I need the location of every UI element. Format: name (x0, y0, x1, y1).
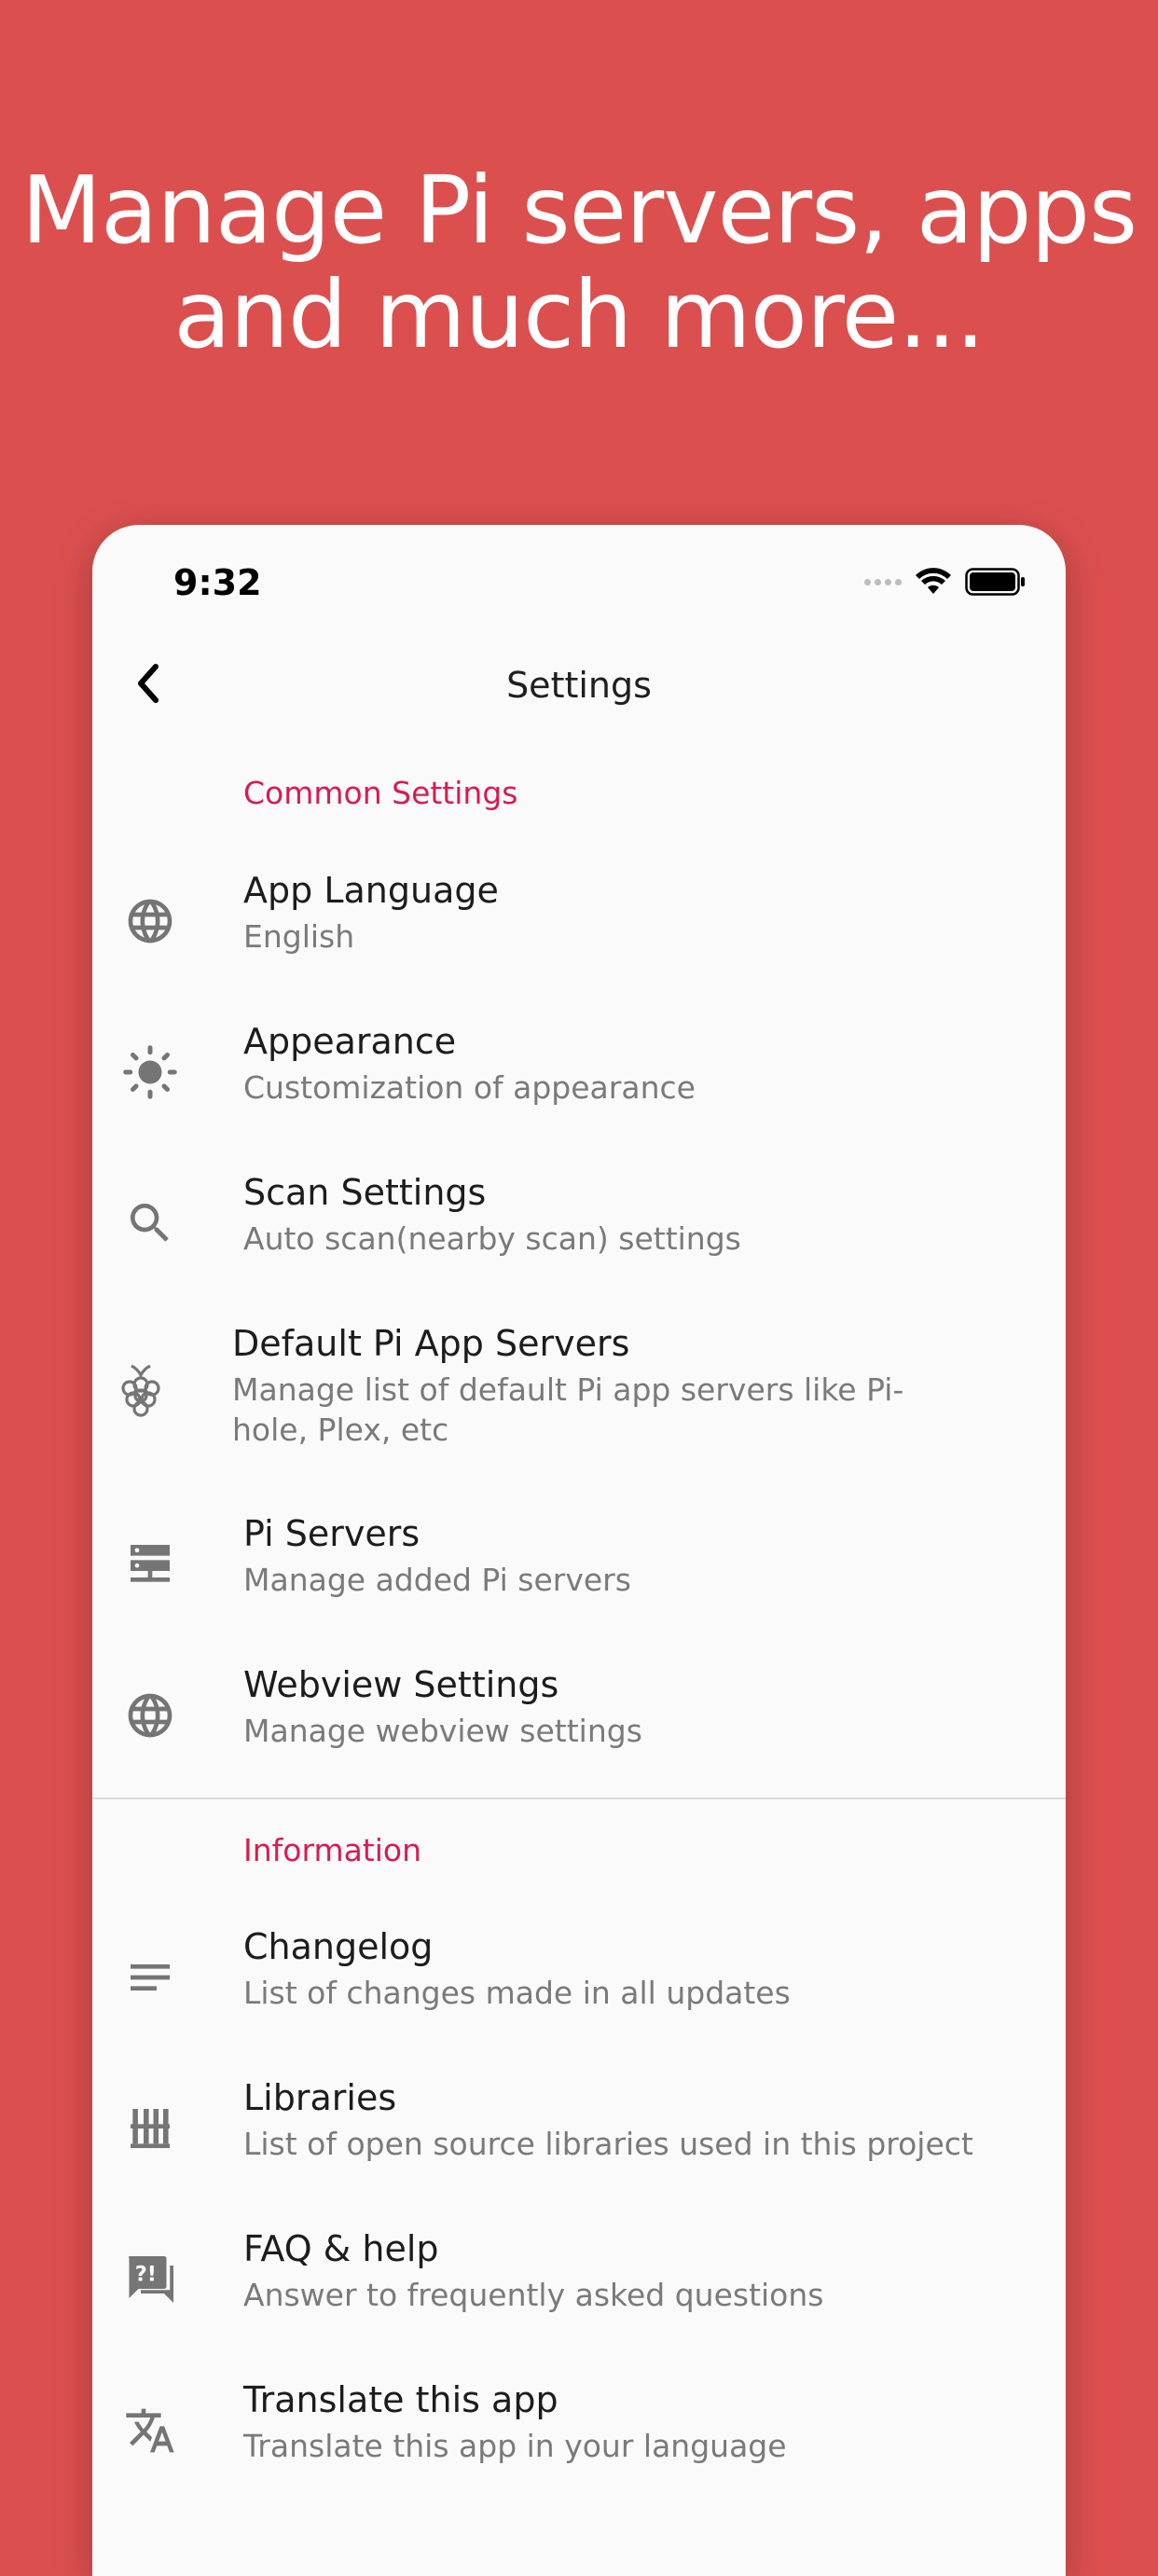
globe-icon (120, 1686, 180, 1745)
item-subtitle: Translate this app in your language (243, 2428, 787, 2464)
phone-screen: 9:32 Settings Common Settings App Langua… (92, 525, 1066, 2576)
settings-item-app-language[interactable]: App Language English (92, 870, 1066, 1010)
item-subtitle: List of changes made in all updates (243, 1975, 791, 2011)
item-title: Appearance (243, 1021, 457, 1062)
settings-item-changelog[interactable]: Changelog List of changes made in all up… (92, 1926, 1066, 2066)
app-bar: Settings (92, 627, 1066, 739)
section-header-information: Information (243, 1832, 422, 1868)
headline: Manage Pi servers, apps and much more... (0, 158, 1158, 367)
item-title: Webview Settings (243, 1664, 559, 1705)
settings-item-pi-servers[interactable]: Pi Servers Manage added Pi servers (92, 1513, 1066, 1653)
item-title: FAQ & help (243, 2228, 439, 2269)
settings-item-scan-settings[interactable]: Scan Settings Auto scan(nearby scan) set… (92, 1172, 1066, 1312)
raspberry-icon (111, 1360, 171, 1420)
page-title: Settings (506, 665, 652, 706)
item-subtitle: Manage webview settings (243, 1713, 642, 1749)
item-title: Scan Settings (243, 1172, 487, 1213)
section-header-common: Common Settings (243, 775, 518, 811)
item-subtitle: List of open source libraries used in th… (243, 2126, 973, 2162)
signal-icon (864, 578, 902, 585)
search-icon (120, 1193, 180, 1253)
server-icon (120, 1535, 180, 1594)
item-title: Changelog (243, 1926, 434, 1967)
item-title: App Language (243, 870, 499, 911)
item-title: Pi Servers (243, 1513, 420, 1554)
battery-icon (965, 568, 1025, 596)
translate-icon (120, 2401, 180, 2460)
brightness-icon (120, 1042, 180, 1102)
wifi-icon (916, 568, 951, 594)
settings-item-default-pi-app-servers[interactable]: Default Pi App Servers Manage list of de… (92, 1323, 1066, 1500)
globe-icon (120, 891, 180, 951)
notes-icon (120, 1948, 180, 2007)
settings-item-appearance[interactable]: Appearance Customization of appearance (92, 1021, 1066, 1161)
item-subtitle: Customization of appearance (243, 1069, 696, 1106)
status-icons (864, 568, 1027, 596)
settings-item-webview-settings[interactable]: Webview Settings Manage webview settings (92, 1664, 1066, 1804)
status-time: 9:32 (173, 562, 262, 603)
headline-line-2: and much more... (173, 260, 985, 369)
headline-line-1: Manage Pi servers, apps (21, 156, 1137, 265)
item-title: Translate this app (243, 2379, 558, 2420)
settings-item-libraries[interactable]: Libraries List of open source libraries … (92, 2077, 1066, 2217)
faq-icon: ?! (120, 2250, 180, 2309)
section-divider (92, 1798, 1066, 1799)
settings-item-translate-app[interactable]: Translate this app Translate this app in… (92, 2379, 1066, 2519)
item-subtitle: Manage list of default Pi app servers li… (232, 1371, 904, 1448)
status-bar: 9:32 (92, 525, 1066, 637)
item-subtitle: Answer to frequently asked questions (243, 2277, 824, 2313)
library-icon (120, 2099, 180, 2158)
svg-text:?!: ?! (135, 2262, 157, 2286)
item-title: Libraries (243, 2077, 397, 2118)
item-title: Default Pi App Servers (232, 1323, 630, 1364)
item-subtitle: English (243, 918, 355, 955)
item-subtitle: Auto scan(nearby scan) settings (243, 1220, 741, 1257)
item-subtitle: Manage added Pi servers (243, 1562, 631, 1598)
settings-item-faq-help[interactable]: ?! FAQ & help Answer to frequently asked… (92, 2228, 1066, 2368)
